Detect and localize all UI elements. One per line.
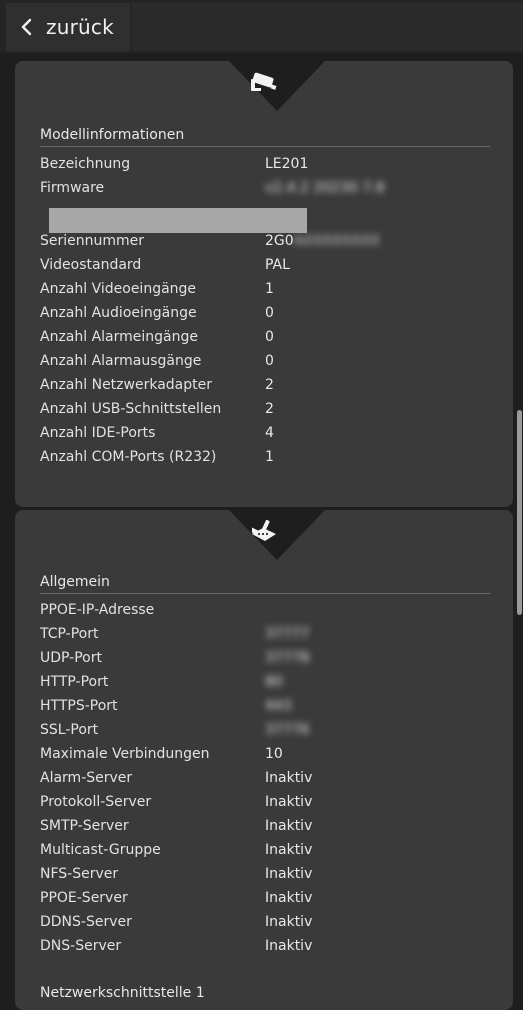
row-value: 4 [265, 425, 274, 441]
row-label: Maximale Verbindungen [40, 746, 210, 762]
info-row-videostandard: Videostandard PAL [40, 257, 500, 281]
row-label: Anzahl Netzwerkadapter [40, 377, 212, 393]
row-value: 0 [265, 329, 274, 345]
info-row-netzwerkadapter: Anzahl Netzwerkadapter 2 [40, 377, 500, 401]
row-label: TCP-Port [40, 626, 99, 642]
row-value: Inaktiv [265, 914, 313, 930]
redaction-box [49, 208, 307, 233]
row-label: Anzahl USB-Schnittstellen [40, 401, 222, 417]
info-row-videoeingaenge: Anzahl Videoeingänge 1 [40, 281, 500, 305]
row-label: Firmware [40, 180, 105, 196]
info-row-alarm-server: Alarm-Server Inaktiv [40, 770, 500, 794]
row-value: Inaktiv [265, 818, 313, 834]
row-label: HTTP-Port [40, 674, 109, 690]
row-value-blurred: 443 [265, 698, 292, 714]
row-value: 2 [265, 377, 274, 393]
row-label: DNS-Server [40, 938, 122, 954]
back-button[interactable]: zurück [6, 3, 130, 51]
row-value: 2 [265, 401, 274, 417]
row-label: Anzahl IDE-Ports [40, 425, 156, 441]
row-label: SMTP-Server [40, 818, 129, 834]
info-row-com: Anzahl COM-Ports (R232) 1 [40, 449, 500, 473]
info-row-ssl-port: SSL-Port 37776 [40, 722, 500, 746]
model-info-card: Modellinformationen Bezeichnung LE201 Fi… [15, 61, 513, 507]
row-label: Anzahl Alarmeingänge [40, 329, 198, 345]
row-value-blurred: 37776 [265, 722, 310, 738]
row-value-blurred: 80 [265, 674, 283, 690]
info-row-seriennummer: Seriennummer 2G0AXXXXXXXX [40, 233, 500, 257]
top-bar-spacer [132, 3, 523, 51]
info-row-alarmeingaenge: Anzahl Alarmeingänge 0 [40, 329, 500, 353]
row-value-partial: 2G0AXXXXXXXX [265, 233, 380, 249]
info-row-bezeichnung: Bezeichnung LE201 [40, 156, 500, 180]
info-row-nfs-server: NFS-Server Inaktiv [40, 866, 500, 890]
row-label: DDNS-Server [40, 914, 132, 930]
row-value: 0 [265, 305, 274, 321]
info-row-ide: Anzahl IDE-Ports 4 [40, 425, 500, 449]
back-label: zurück [46, 15, 114, 39]
row-value: LE201 [265, 156, 309, 172]
info-row-firmware: Firmware v2.4.2 20230 7.8 [40, 180, 500, 204]
row-label: Videostandard [40, 257, 142, 273]
row-value: Inaktiv [265, 794, 313, 810]
network-icon [252, 519, 276, 541]
section-divider [40, 146, 490, 147]
row-label: PPOE-IP-Adresse [40, 602, 155, 618]
row-label: Alarm-Server [40, 770, 133, 786]
camera-icon [251, 72, 277, 91]
info-row-https-port: HTTPS-Port 443 [40, 698, 500, 722]
top-bar: zurück [0, 0, 523, 53]
scrollbar-thumb[interactable] [517, 410, 522, 615]
network-info-card: Allgemein PPOE-IP-Adresse TCP-Port 37777… [15, 510, 513, 1010]
section-title-model: Modellinformationen [40, 127, 185, 143]
info-row-multicast: Multicast-Gruppe Inaktiv [40, 842, 500, 866]
row-label: Multicast-Gruppe [40, 842, 161, 858]
row-value: Inaktiv [265, 866, 313, 882]
row-label: SSL-Port [40, 722, 99, 738]
info-row-smtp-server: SMTP-Server Inaktiv [40, 818, 500, 842]
content-area: Modellinformationen Bezeichnung LE201 Fi… [0, 53, 523, 1010]
info-row-ppoe-server: PPOE-Server Inaktiv [40, 890, 500, 914]
row-value: Inaktiv [265, 842, 313, 858]
row-label: Anzahl Alarmausgänge [40, 353, 202, 369]
info-row-ddns-server: DDNS-Server Inaktiv [40, 914, 500, 938]
row-value: 1 [265, 449, 274, 465]
info-row-max-connections: Maximale Verbindungen 10 [40, 746, 500, 770]
row-value-blurred: 37777 [265, 626, 310, 642]
row-label: NFS-Server [40, 866, 119, 882]
row-label: Bezeichnung [40, 156, 131, 172]
info-row-usb: Anzahl USB-Schnittstellen 2 [40, 401, 500, 425]
info-row-audioeingaenge: Anzahl Audioeingänge 0 [40, 305, 500, 329]
info-row-protokoll-server: Protokoll-Server Inaktiv [40, 794, 500, 818]
info-row-ppoe-ip: PPOE-IP-Adresse [40, 602, 500, 626]
row-value-blurred: v2.4.2 20230 7.8 [265, 180, 385, 196]
row-value: 0 [265, 353, 274, 369]
row-value: 1 [265, 281, 274, 297]
info-row-dns-server: DNS-Server Inaktiv [40, 938, 500, 962]
row-value: Inaktiv [265, 770, 313, 786]
info-row-http-port: HTTP-Port 80 [40, 674, 500, 698]
section-title-interface-1: Netzwerkschnittstelle 1 [40, 985, 205, 1001]
row-value: Inaktiv [265, 938, 313, 954]
row-value: Inaktiv [265, 890, 313, 906]
info-row-alarmausgaenge: Anzahl Alarmausgänge 0 [40, 353, 500, 377]
chevron-left-icon [21, 18, 32, 36]
info-row-tcp-port: TCP-Port 37777 [40, 626, 500, 650]
info-row-udp-port: UDP-Port 37778 [40, 650, 500, 674]
row-label: HTTPS-Port [40, 698, 118, 714]
section-title-general: Allgemein [40, 574, 110, 590]
row-label: Protokoll-Server [40, 794, 152, 810]
row-value-blurred: 37778 [265, 650, 310, 666]
row-label: Anzahl Audioeingänge [40, 305, 197, 321]
row-label: Anzahl COM-Ports (R232) [40, 449, 217, 465]
row-label: Anzahl Videoeingänge [40, 281, 197, 297]
row-value: 10 [265, 746, 283, 762]
row-label: PPOE-Server [40, 890, 128, 906]
row-value: PAL [265, 257, 290, 273]
row-label: Seriennummer [40, 233, 145, 249]
section-divider [40, 593, 490, 594]
row-label: UDP-Port [40, 650, 102, 666]
